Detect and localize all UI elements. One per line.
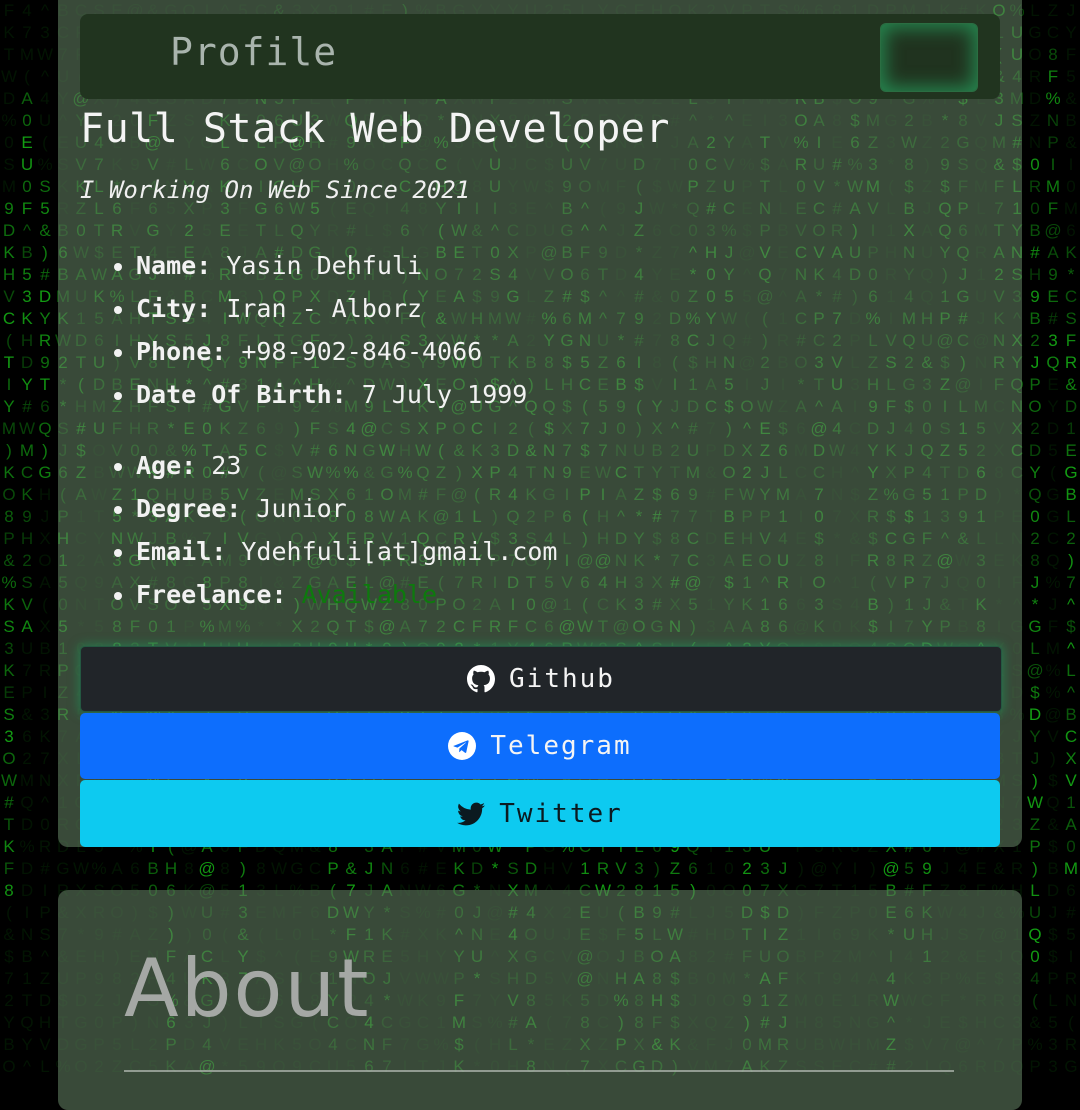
info-value: Yasin Dehfuli	[226, 251, 422, 280]
info-label: Email:	[136, 537, 227, 566]
github-button[interactable]: Github	[80, 646, 1002, 712]
matrix-column: Z C 8 F% N P I M F @ A 9 E #3 Q E Y D 5(G G C Q% J F M%% @ V) $ Q & $ B…	[1044, 1, 1062, 1080]
info-item-freelance: Freelance: Available	[136, 573, 557, 616]
about-card: About	[58, 890, 1022, 1110]
profile-header: Profile	[80, 14, 1000, 99]
info-item-city: City: Iran - Alborz	[136, 287, 527, 330]
telegram-icon	[448, 732, 477, 760]
info-value: Junior	[256, 494, 347, 523]
info-value: 7 July 1999	[361, 380, 528, 409]
about-title: About	[124, 942, 371, 1035]
header-title: Profile	[170, 30, 338, 74]
twitter-label: Twitter	[499, 798, 623, 829]
info-list-primary: Name: Yasin Dehfuli City: Iran - Alborz …	[80, 244, 527, 416]
info-label: Name:	[136, 251, 212, 280]
matrix-column: J Y F 5 & B & I 0 M 6 K * C S F R & D 1 E G B L 2) 7 ^ $ ^ L ^ B C X V 1 A 0 M…	[1063, 1, 1079, 1080]
about-divider	[124, 1070, 954, 1072]
info-label: Date Of Birth:	[136, 380, 347, 409]
matrix-column: F K T W D% 0 S M 9 D K H V C(T I Y M) K O 8 P &% K S 3 K E S 3 O W # T K F…	[0, 1, 18, 1080]
info-list-secondary: Age: 23 Degree: Junior Email: Ydehfuli[a…	[80, 444, 557, 616]
info-item-email: Email: Ydehfuli[at]gmail.com	[136, 530, 557, 573]
menu-toggle-button[interactable]	[880, 23, 978, 92]
matrix-column: ^ 3 W ^ 4 U(% S 5 &) # D Y R 9 T 6 Q) G H J X O A(X B R I 3 K 7 N ^ 0 R #…	[36, 1, 54, 1080]
info-label: City:	[136, 294, 212, 323]
tagline: I Working On Web Since 2021	[80, 176, 471, 204]
matrix-column: L G O R D Z N 0 R 0 B # H 9 B 2 J P O 2 D Y Q 0 2 8 J * G L @ $ D Y J) W Z P)…	[1026, 1, 1044, 1080]
github-icon	[467, 665, 496, 693]
twitter-button[interactable]: Twitter	[80, 780, 1000, 847]
info-item-name: Name: Yasin Dehfuli	[136, 244, 527, 287]
info-value: 23	[211, 451, 242, 480]
telegram-button[interactable]: Telegram	[80, 713, 1000, 779]
info-value: Iran - Alborz	[226, 294, 422, 323]
info-label: Freelance:	[136, 580, 287, 609]
profile-card: Profile Full Stack Web Developer I Worki…	[58, 0, 1022, 847]
freelance-status: Available	[301, 580, 438, 609]
matrix-column: 4 7 M(A 0 E U 0 F ^ B 5 3 K H D Y # W M C K 9 H 2 S V A U 7 P & 6 2 M Q D% D…	[18, 1, 36, 1080]
twitter-icon	[457, 802, 486, 825]
headline: Full Stack Web Developer	[80, 106, 670, 152]
info-item-birth: Date Of Birth: 7 July 1999	[136, 373, 527, 416]
info-label: Phone:	[136, 337, 227, 366]
info-label: Degree:	[136, 494, 242, 523]
info-item-degree: Degree: Junior	[136, 487, 557, 530]
info-label: Age:	[136, 451, 197, 480]
info-value: Ydehfuli[at]gmail.com	[241, 537, 558, 566]
telegram-label: Telegram	[490, 731, 632, 761]
info-item-age: Age: 23	[136, 444, 557, 487]
github-label: Github	[509, 664, 615, 694]
info-item-phone: Phone: +98-902-846-4066	[136, 330, 527, 373]
info-value: +98-902-846-4066	[241, 337, 483, 366]
